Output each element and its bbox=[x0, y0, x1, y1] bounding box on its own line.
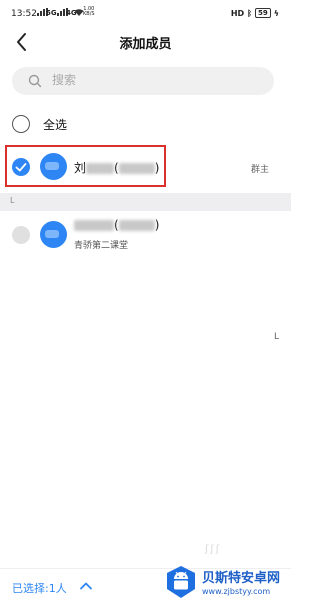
member-subtitle: 青骄第二课堂 bbox=[74, 241, 129, 251]
status-bar: 13:52 5G 4G 1.00 KB/S HD ᛒ 59 ϟ bbox=[0, 0, 291, 28]
watermark-url: www.zjbstyy.com bbox=[202, 587, 271, 596]
search-bar[interactable] bbox=[12, 67, 274, 95]
selected-count[interactable]: 已选择:1人 bbox=[12, 580, 67, 596]
signal-label-1: 5G bbox=[46, 9, 57, 17]
watermark: 贝斯特安卓网 www.zjbstyy.com bbox=[160, 563, 291, 604]
watermark-decoration: ʃʃʃ bbox=[205, 544, 222, 555]
status-right: HD ᛒ 59 ϟ bbox=[231, 8, 279, 18]
nav-bar: 添加成员 bbox=[0, 28, 291, 58]
chevron-up-icon[interactable] bbox=[78, 578, 94, 594]
section-header: L bbox=[0, 193, 291, 211]
member-checkbox-disabled[interactable] bbox=[12, 226, 30, 244]
highlight-annotation-box bbox=[5, 145, 166, 187]
hd-label: HD bbox=[230, 8, 245, 18]
watermark-title: 贝斯特安卓网 bbox=[202, 571, 281, 586]
bluetooth-icon: ᛒ bbox=[247, 8, 252, 18]
member-row[interactable]: () 青骄第二课堂 bbox=[0, 213, 291, 257]
search-input[interactable] bbox=[52, 73, 252, 87]
charging-icon: ϟ bbox=[273, 8, 279, 18]
net-speed: 1.00 KB/S bbox=[83, 7, 95, 17]
index-bar-letter[interactable]: L bbox=[274, 332, 279, 342]
select-all-radio[interactable] bbox=[12, 115, 30, 133]
blurred-text bbox=[74, 220, 114, 231]
avatar bbox=[40, 221, 67, 248]
net-speed-unit: KB/S bbox=[83, 11, 95, 17]
select-all-row[interactable]: 全选 bbox=[0, 108, 291, 140]
battery-icon: 59 bbox=[254, 8, 271, 18]
member-name-suffix: ) bbox=[154, 218, 160, 232]
blurred-text bbox=[118, 220, 155, 231]
page-title: 添加成员 bbox=[119, 37, 172, 52]
status-time: 13:52 bbox=[11, 9, 37, 19]
android-logo-icon bbox=[167, 566, 195, 598]
member-role-badge: 群主 bbox=[250, 165, 269, 175]
search-icon bbox=[28, 74, 42, 88]
select-all-label: 全选 bbox=[43, 118, 68, 132]
member-name-paren: ( bbox=[114, 218, 119, 232]
section-letter: L bbox=[10, 196, 15, 205]
member-name: () bbox=[74, 218, 159, 232]
